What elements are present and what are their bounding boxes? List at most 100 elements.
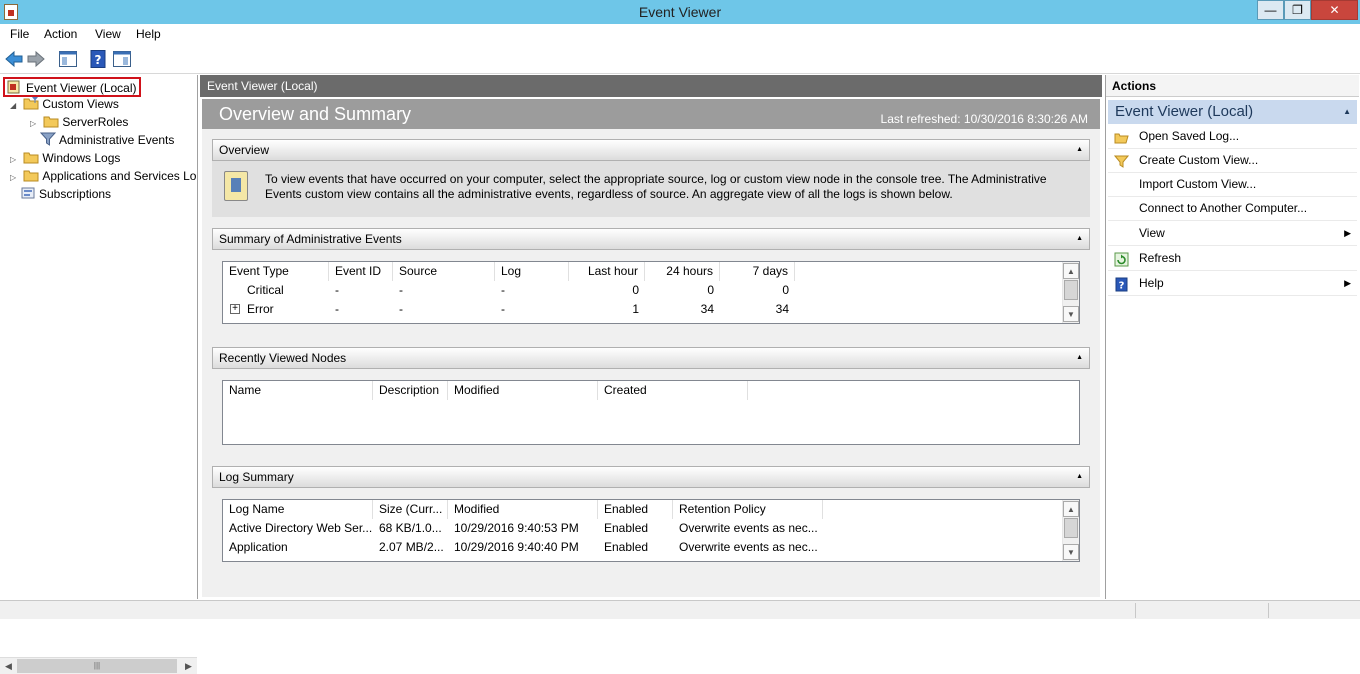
overview-summary-banner: Overview and Summary Last refreshed: 10/… [202, 99, 1100, 129]
cell: - [501, 302, 505, 316]
summary-admin-events-header[interactable]: Summary of Administrative Events ▲ [212, 228, 1090, 250]
collapse-caret-icon[interactable]: ▲ [1343, 100, 1351, 124]
cell: 2.07 MB/2... [379, 540, 444, 554]
summary-vertical-scrollbar[interactable]: ▲ ▼ [1062, 262, 1079, 323]
actions-subheader[interactable]: Event Viewer (Local) ▲ [1108, 100, 1357, 124]
expand-plus-icon[interactable]: + [230, 304, 240, 314]
column-header-size[interactable]: Size (Curr... [373, 500, 448, 519]
action-create-custom-view[interactable]: Create Custom View... [1108, 148, 1357, 173]
tree-item-label: Applications and Services Lo [42, 169, 197, 183]
scroll-down-arrow-icon[interactable]: ▼ [1063, 544, 1079, 560]
tree-item-label: Subscriptions [39, 187, 112, 201]
back-arrow-icon[interactable] [4, 49, 24, 69]
action-import-custom-view[interactable]: Import Custom View... [1108, 172, 1357, 197]
menu-help[interactable]: Help [136, 27, 161, 41]
page-title: Overview and Summary [219, 104, 412, 124]
column-header-retention-policy[interactable]: Retention Policy [673, 500, 823, 519]
column-header-created[interactable]: Created [598, 381, 748, 400]
overview-section-header[interactable]: Overview ▲ [212, 139, 1090, 161]
log-summary-header[interactable]: Log Summary ▲ [212, 466, 1090, 488]
menu-action[interactable]: Action [44, 27, 77, 41]
cell: 1 [632, 302, 639, 316]
column-header-modified[interactable]: Modified [448, 381, 598, 400]
expand-arrow-icon[interactable]: ▷ [30, 115, 40, 133]
show-hide-console-tree-icon[interactable] [58, 49, 78, 69]
column-header-7-days[interactable]: 7 days [720, 262, 795, 281]
forward-arrow-icon[interactable] [26, 49, 46, 69]
action-help[interactable]: ? Help ▶ [1108, 271, 1357, 296]
open-folder-icon [1114, 129, 1129, 144]
action-connect-to-another-computer[interactable]: Connect to Another Computer... [1108, 196, 1357, 221]
action-label: Connect to Another Computer... [1139, 201, 1308, 215]
column-header-event-id[interactable]: Event ID [329, 262, 393, 281]
scroll-left-arrow-icon[interactable]: ◀ [0, 658, 17, 674]
help-icon: ? [1114, 276, 1129, 292]
section-title: Log Summary [219, 470, 294, 484]
action-refresh[interactable]: Refresh [1108, 246, 1357, 271]
tree-item-administrative-events[interactable]: Administrative Events [39, 131, 174, 149]
close-button[interactable]: ✕ [1311, 0, 1358, 20]
show-hide-action-pane-icon[interactable] [112, 49, 132, 69]
folder-icon [43, 114, 59, 128]
cell: 68 KB/1.0... [379, 521, 442, 535]
refresh-icon [1114, 251, 1129, 267]
column-header-enabled[interactable]: Enabled [598, 500, 673, 519]
scrollbar-thumb[interactable]: ||| [17, 659, 177, 673]
column-header-description[interactable]: Description [373, 381, 448, 400]
cell: Critical [247, 283, 284, 297]
cell: Enabled [604, 521, 649, 535]
tree-item-subscriptions[interactable]: Subscriptions [20, 185, 111, 203]
column-header-log[interactable]: Log [495, 262, 569, 281]
tree-item-event-viewer-local[interactable]: Event Viewer (Local) [3, 77, 141, 97]
menu-view[interactable]: View [95, 27, 121, 41]
column-header-name[interactable]: Name [223, 381, 373, 400]
help-icon[interactable]: ? [88, 49, 108, 69]
column-header-24-hours[interactable]: 24 hours [645, 262, 720, 281]
scroll-down-arrow-icon[interactable]: ▼ [1063, 306, 1079, 322]
cell: 34 [775, 302, 789, 316]
column-header-modified[interactable]: Modified [448, 500, 598, 519]
actions-pane: Actions Event Viewer (Local) ▲ Open Save… [1105, 75, 1359, 599]
column-header-log-name[interactable]: Log Name [223, 500, 373, 519]
recently-viewed-nodes-header[interactable]: Recently Viewed Nodes ▲ [212, 347, 1090, 369]
cell: - [335, 283, 339, 297]
svg-text:?: ? [95, 53, 102, 67]
tree-horizontal-scrollbar[interactable]: ◀ ||| ▶ [0, 657, 197, 674]
cell: - [399, 283, 403, 297]
tree-item-applications-and-services-logs[interactable]: ▷ Applications and Services Lo [10, 167, 196, 185]
scroll-up-arrow-icon[interactable]: ▲ [1063, 263, 1079, 279]
scrollbar-thumb[interactable] [1064, 280, 1078, 300]
log-summary-vertical-scrollbar[interactable]: ▲ ▼ [1062, 500, 1079, 561]
subscriptions-icon [20, 186, 36, 200]
action-label: Refresh [1139, 251, 1182, 265]
minimize-button[interactable]: — [1257, 0, 1284, 20]
window-title: Event Viewer [638, 4, 722, 20]
menu-file[interactable]: File [10, 27, 29, 41]
expand-arrow-icon[interactable]: ▷ [10, 169, 20, 187]
tree-item-custom-views[interactable]: ◢ Custom Views [10, 95, 119, 113]
collapse-caret-icon[interactable]: ▲ [1076, 348, 1083, 368]
cell: Application [229, 540, 288, 554]
tree-item-server-roles[interactable]: ▷ ServerRoles [30, 113, 128, 131]
toolbar: ? [0, 45, 1360, 74]
status-separator [1268, 603, 1269, 618]
cell: Error [247, 302, 274, 316]
cell: 0 [782, 283, 789, 297]
maximize-button[interactable]: ❐ [1284, 0, 1311, 20]
scrollbar-thumb[interactable] [1064, 518, 1078, 538]
scroll-up-arrow-icon[interactable]: ▲ [1063, 501, 1079, 517]
overview-content: To view events that have occurred on you… [212, 161, 1090, 217]
collapse-arrow-icon[interactable]: ◢ [10, 97, 20, 115]
column-header-source[interactable]: Source [393, 262, 495, 281]
collapse-caret-icon[interactable]: ▲ [1076, 140, 1083, 160]
action-view[interactable]: View ▶ [1108, 221, 1357, 246]
cell: - [399, 302, 403, 316]
column-header-event-type[interactable]: Event Type [223, 262, 329, 281]
action-open-saved-log[interactable]: Open Saved Log... [1108, 124, 1357, 149]
column-header-last-hour[interactable]: Last hour [569, 262, 645, 281]
cell: Active Directory Web Ser... [229, 521, 373, 535]
tree-item-windows-logs[interactable]: ▷ Windows Logs [10, 149, 120, 167]
scroll-right-arrow-icon[interactable]: ▶ [180, 658, 197, 674]
collapse-caret-icon[interactable]: ▲ [1076, 467, 1083, 487]
collapse-caret-icon[interactable]: ▲ [1076, 229, 1083, 249]
